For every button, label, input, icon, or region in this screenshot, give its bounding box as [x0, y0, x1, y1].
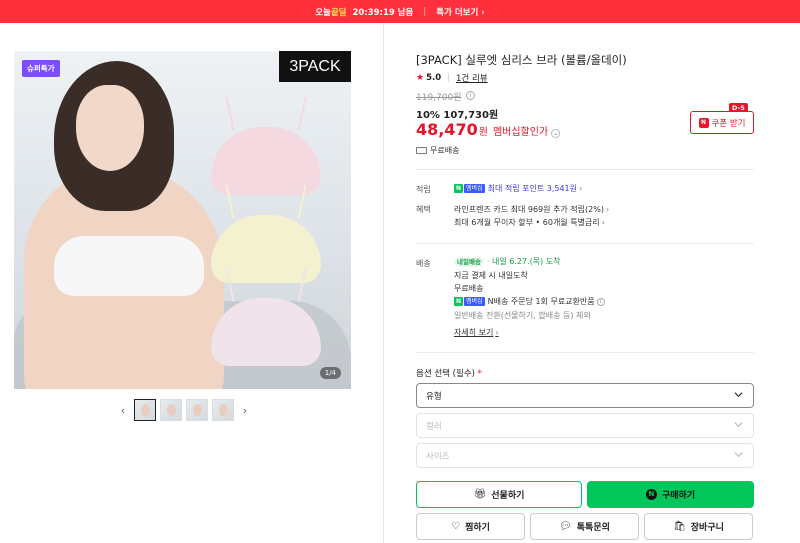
cart-button[interactable]: 🛍︎ 장바구니: [644, 513, 753, 540]
chevron-right-icon: ›: [601, 218, 605, 227]
option-select-color[interactable]: 컬러: [416, 413, 754, 438]
option-label: 옵션 선택 (필수) *: [416, 369, 482, 379]
divider: [416, 243, 754, 244]
rating-score: 5.0: [426, 73, 442, 83]
info-icon[interactable]: i: [466, 91, 475, 100]
chevron-down-icon: [734, 392, 743, 398]
benefit-line[interactable]: 최대 6개월 무이자 할부 • 60개월 특별금리 ›: [454, 217, 605, 228]
coupon-label: 쿠폰 받기: [711, 118, 746, 129]
membership-badge: 멤버십: [464, 297, 485, 306]
deal-more-link[interactable]: 특가 더보기 ›: [436, 6, 485, 18]
return-row: N 멤버십 N배송 주문당 1회 무료교환반품 i: [454, 296, 605, 307]
thumbnail[interactable]: [160, 399, 182, 421]
npay-badge: N: [454, 184, 464, 193]
divider: |: [423, 6, 427, 17]
super-deal-badge: 슈퍼특가: [22, 60, 60, 77]
thumbnail-strip: ‹ ›: [116, 399, 252, 421]
coupon-button[interactable]: N 쿠폰 받기: [690, 111, 754, 134]
points-label: 적립: [416, 185, 431, 194]
chevron-down-icon[interactable]: ⌄: [551, 129, 561, 138]
naver-n-icon: N: [645, 489, 657, 500]
rating: ★ 5.0 | 1건 리뷰: [416, 72, 488, 84]
original-price: 119,700원: [416, 93, 462, 103]
divider: |: [447, 73, 451, 83]
member-price-label[interactable]: 멤버십할인가: [493, 123, 548, 138]
deal-banner[interactable]: 오늘끝딜 20:39:19 남음 | 특가 더보기 ›: [0, 0, 800, 23]
delivery-line: 일반배송 전환(선물하기, 합배송 등) 제외: [454, 311, 591, 320]
thumbnail[interactable]: [186, 399, 208, 421]
wish-button[interactable]: ♡ 찜하기: [416, 513, 525, 540]
free-shipping: 무료배송: [416, 145, 459, 156]
option-select-type[interactable]: 유형: [416, 383, 754, 408]
gift-button[interactable]: 🎁︎ 선물하기: [416, 481, 582, 508]
chevron-left-icon[interactable]: ‹: [116, 404, 130, 417]
info-icon[interactable]: i: [596, 297, 605, 306]
delivery-label: 배송: [416, 259, 431, 268]
divider: [416, 352, 754, 353]
delivery-arrival: 내일배송 · 내일 6.27.(목) 도착: [454, 256, 561, 267]
deal-brand: 오늘끝딜: [315, 7, 347, 18]
price-unit: 원: [478, 127, 488, 138]
talk-inquiry-button[interactable]: 💬︎ 톡톡문의: [530, 513, 639, 540]
chevron-right-icon: ›: [579, 184, 583, 193]
delivery-line: 지금 결제 시 내일도착: [454, 271, 528, 280]
membership-badge: 멤버십: [464, 184, 485, 193]
heart-icon: ♡: [451, 521, 461, 532]
product-main-image[interactable]: 슈퍼특가 3PACK 1/4: [14, 51, 351, 389]
member-price-row: 48,470 원 멤버십할인가 ⌄: [416, 120, 561, 139]
chevron-right-icon: ›: [495, 328, 499, 337]
points-row[interactable]: N 멤버십 최대 적립 포인트 3,541원 ›: [454, 183, 582, 194]
review-link[interactable]: 1건 리뷰: [456, 72, 488, 84]
gift-icon: 🎁︎: [473, 489, 487, 500]
buy-button[interactable]: N 구매하기: [587, 481, 754, 508]
thumbnail[interactable]: [212, 399, 234, 421]
discount-price: 10% 107,730원: [416, 110, 499, 121]
truck-icon: [416, 147, 427, 154]
image-counter: 1/4: [319, 367, 341, 379]
benefit-line[interactable]: 라인프렌즈 카드 최대 969원 추가 적립(2%) ›: [454, 204, 609, 215]
option-select-size[interactable]: 사이즈: [416, 443, 754, 468]
image-model-bra: [54, 236, 204, 296]
deal-timer: 20:39:19 남음: [352, 7, 414, 18]
chat-bubble-icon: 💬︎: [559, 521, 572, 532]
points-text: 최대 적립 포인트 3,541원: [487, 184, 578, 193]
pack-badge: 3PACK: [279, 51, 351, 82]
benefit-label: 혜택: [416, 205, 431, 214]
thumbnail[interactable]: [134, 399, 156, 421]
sale-price: 48,470: [416, 120, 478, 139]
divider: [416, 169, 754, 170]
star-icon: ★: [416, 73, 425, 83]
delivery-line: 무료배송: [454, 284, 484, 293]
image-model-face: [76, 85, 144, 171]
cart-icon: 🛍︎: [673, 521, 686, 532]
chevron-down-icon: [734, 452, 743, 458]
column-divider: [383, 23, 384, 543]
product-title: [3PACK] 실루엣 심리스 브라 (볼륨/올데이): [416, 53, 627, 67]
delivery-more-link[interactable]: 자세히 보기 ›: [454, 327, 499, 338]
chevron-right-icon[interactable]: ›: [238, 404, 252, 417]
naver-n-icon: N: [698, 117, 709, 128]
tomorrow-delivery-badge: 내일배송: [454, 257, 484, 267]
chevron-right-icon: ›: [605, 205, 610, 214]
chevron-down-icon: [734, 422, 743, 428]
npay-badge: N: [454, 297, 464, 306]
